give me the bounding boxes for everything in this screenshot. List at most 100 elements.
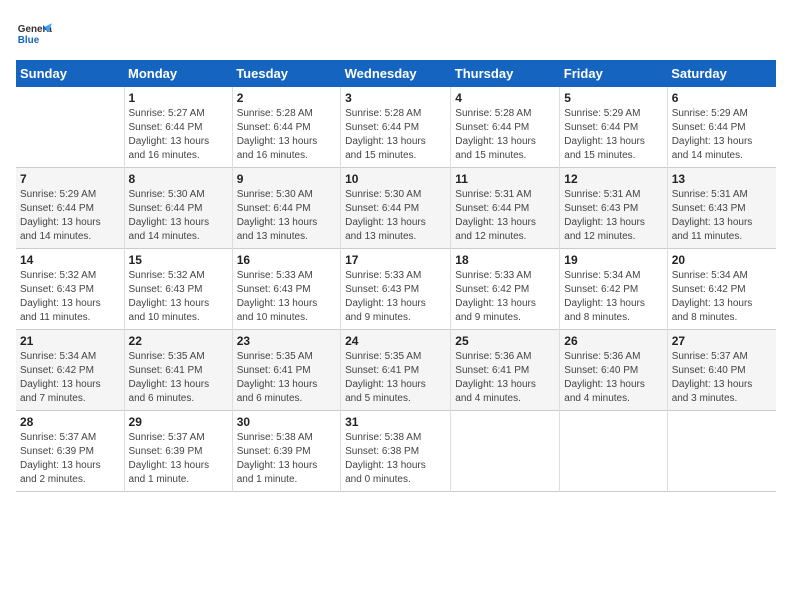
- calendar-cell: 16Sunrise: 5:33 AM Sunset: 6:43 PM Dayli…: [232, 249, 340, 330]
- day-info: Sunrise: 5:37 AM Sunset: 6:39 PM Dayligh…: [129, 431, 228, 487]
- calendar-cell: 28 Sunrise: 5:37 AM Sunset: 6:39 PM Dayli…: [16, 411, 124, 492]
- calendar-cell: 31 Sunrise: 5:38 AM Sunset: 6:38 PM Dayli…: [341, 411, 451, 492]
- day-info: Sunrise: 5:38 AM Sunset: 6:38 PM Dayligh…: [345, 431, 446, 487]
- day-number: 22: [129, 334, 228, 348]
- calendar-cell: 3 Sunrise: 5:28 AM Sunset: 6:44 PM Daylig…: [341, 87, 451, 168]
- calendar-cell: 17 Sunrise: 5:33 AM Sunset: 6:43 PM Dayli…: [341, 249, 451, 330]
- day-info: Sunrise: 5:37 AM Sunset: 6:40 PM Dayligh…: [672, 350, 772, 406]
- calendar-week-row: 21Sunrise: 5:34 AM Sunset: 6:42 PM Dayli…: [16, 330, 776, 411]
- day-number: 2: [237, 91, 336, 105]
- day-number: 6: [672, 91, 772, 105]
- day-number: 10: [345, 172, 446, 186]
- day-number: 26: [564, 334, 662, 348]
- calendar-cell: 2Sunrise: 5:28 AM Sunset: 6:44 PM Daylig…: [232, 87, 340, 168]
- day-info: Sunrise: 5:27 AM Sunset: 6:44 PM Dayligh…: [129, 107, 228, 163]
- calendar-cell: 19 Sunrise: 5:34 AM Sunset: 6:42 PM Dayli…: [560, 249, 667, 330]
- calendar-cell: 18 Sunrise: 5:33 AM Sunset: 6:42 PM Dayli…: [451, 249, 560, 330]
- day-info: Sunrise: 5:34 AM Sunset: 6:42 PM Dayligh…: [672, 269, 772, 325]
- calendar-cell: 21Sunrise: 5:34 AM Sunset: 6:42 PM Dayli…: [16, 330, 124, 411]
- calendar-cell: 15 Sunrise: 5:32 AM Sunset: 6:43 PM Dayli…: [124, 249, 232, 330]
- calendar-week-row: 28 Sunrise: 5:37 AM Sunset: 6:39 PM Dayli…: [16, 411, 776, 492]
- calendar-cell: 10 Sunrise: 5:30 AM Sunset: 6:44 PM Dayli…: [341, 168, 451, 249]
- day-number: 8: [129, 172, 228, 186]
- day-number: 19: [564, 253, 662, 267]
- day-header-saturday: Saturday: [667, 60, 776, 87]
- day-info: Sunrise: 5:28 AM Sunset: 6:44 PM Dayligh…: [345, 107, 446, 163]
- day-header-thursday: Thursday: [451, 60, 560, 87]
- day-number: 28: [20, 415, 120, 429]
- day-number: 27: [672, 334, 772, 348]
- day-info: Sunrise: 5:31 AM Sunset: 6:43 PM Dayligh…: [564, 188, 662, 244]
- day-number: 5: [564, 91, 662, 105]
- calendar-cell: 4 Sunrise: 5:28 AM Sunset: 6:44 PM Daylig…: [451, 87, 560, 168]
- day-info: Sunrise: 5:32 AM Sunset: 6:43 PM Dayligh…: [20, 269, 120, 325]
- day-header-tuesday: Tuesday: [232, 60, 340, 87]
- logo-icon: General Blue: [16, 16, 52, 52]
- calendar-cell: 25Sunrise: 5:36 AM Sunset: 6:41 PM Dayli…: [451, 330, 560, 411]
- day-info: Sunrise: 5:28 AM Sunset: 6:44 PM Dayligh…: [455, 107, 555, 163]
- svg-text:Blue: Blue: [18, 35, 40, 46]
- day-number: 31: [345, 415, 446, 429]
- calendar-cell: 9 Sunrise: 5:30 AM Sunset: 6:44 PM Daylig…: [232, 168, 340, 249]
- calendar-week-row: 14Sunrise: 5:32 AM Sunset: 6:43 PM Dayli…: [16, 249, 776, 330]
- calendar-cell: [16, 87, 124, 168]
- day-header-sunday: Sunday: [16, 60, 124, 87]
- day-info: Sunrise: 5:31 AM Sunset: 6:44 PM Dayligh…: [455, 188, 555, 244]
- day-info: Sunrise: 5:31 AM Sunset: 6:43 PM Dayligh…: [672, 188, 772, 244]
- day-number: 25: [455, 334, 555, 348]
- day-info: Sunrise: 5:37 AM Sunset: 6:39 PM Dayligh…: [20, 431, 120, 487]
- day-number: 17: [345, 253, 446, 267]
- day-number: 20: [672, 253, 772, 267]
- day-header-wednesday: Wednesday: [341, 60, 451, 87]
- day-number: 13: [672, 172, 772, 186]
- day-info: Sunrise: 5:32 AM Sunset: 6:43 PM Dayligh…: [129, 269, 228, 325]
- calendar-cell: 11 Sunrise: 5:31 AM Sunset: 6:44 PM Dayli…: [451, 168, 560, 249]
- calendar-cell: [451, 411, 560, 492]
- day-number: 4: [455, 91, 555, 105]
- calendar-week-row: 7 Sunrise: 5:29 AM Sunset: 6:44 PM Daylig…: [16, 168, 776, 249]
- calendar-cell: 26 Sunrise: 5:36 AM Sunset: 6:40 PM Dayli…: [560, 330, 667, 411]
- calendar-week-row: 1 Sunrise: 5:27 AM Sunset: 6:44 PM Daylig…: [16, 87, 776, 168]
- day-number: 15: [129, 253, 228, 267]
- day-info: Sunrise: 5:36 AM Sunset: 6:40 PM Dayligh…: [564, 350, 662, 406]
- day-number: 23: [237, 334, 336, 348]
- day-info: Sunrise: 5:33 AM Sunset: 6:43 PM Dayligh…: [345, 269, 446, 325]
- day-info: Sunrise: 5:29 AM Sunset: 6:44 PM Dayligh…: [20, 188, 120, 244]
- calendar-cell: 12 Sunrise: 5:31 AM Sunset: 6:43 PM Dayli…: [560, 168, 667, 249]
- day-info: Sunrise: 5:29 AM Sunset: 6:44 PM Dayligh…: [564, 107, 662, 163]
- day-header-friday: Friday: [560, 60, 667, 87]
- calendar-cell: 20 Sunrise: 5:34 AM Sunset: 6:42 PM Dayli…: [667, 249, 776, 330]
- page-header: General Blue: [16, 16, 776, 52]
- day-info: Sunrise: 5:35 AM Sunset: 6:41 PM Dayligh…: [237, 350, 336, 406]
- day-number: 29: [129, 415, 228, 429]
- calendar-cell: [560, 411, 667, 492]
- day-number: 7: [20, 172, 120, 186]
- calendar-cell: 24Sunrise: 5:35 AM Sunset: 6:41 PM Dayli…: [341, 330, 451, 411]
- day-number: 1: [129, 91, 228, 105]
- calendar-header-row: SundayMondayTuesdayWednesdayThursdayFrid…: [16, 60, 776, 87]
- day-header-monday: Monday: [124, 60, 232, 87]
- calendar-cell: 22Sunrise: 5:35 AM Sunset: 6:41 PM Dayli…: [124, 330, 232, 411]
- day-number: 3: [345, 91, 446, 105]
- day-info: Sunrise: 5:35 AM Sunset: 6:41 PM Dayligh…: [345, 350, 446, 406]
- day-number: 18: [455, 253, 555, 267]
- day-info: Sunrise: 5:30 AM Sunset: 6:44 PM Dayligh…: [129, 188, 228, 244]
- day-info: Sunrise: 5:33 AM Sunset: 6:43 PM Dayligh…: [237, 269, 336, 325]
- day-number: 9: [237, 172, 336, 186]
- day-info: Sunrise: 5:29 AM Sunset: 6:44 PM Dayligh…: [672, 107, 772, 163]
- day-number: 11: [455, 172, 555, 186]
- calendar-cell: 8 Sunrise: 5:30 AM Sunset: 6:44 PM Daylig…: [124, 168, 232, 249]
- day-info: Sunrise: 5:30 AM Sunset: 6:44 PM Dayligh…: [237, 188, 336, 244]
- calendar-cell: 13 Sunrise: 5:31 AM Sunset: 6:43 PM Dayli…: [667, 168, 776, 249]
- calendar-cell: 30Sunrise: 5:38 AM Sunset: 6:39 PM Dayli…: [232, 411, 340, 492]
- logo: General Blue: [16, 16, 52, 52]
- day-info: Sunrise: 5:34 AM Sunset: 6:42 PM Dayligh…: [564, 269, 662, 325]
- calendar-cell: 27 Sunrise: 5:37 AM Sunset: 6:40 PM Dayli…: [667, 330, 776, 411]
- calendar-cell: 23 Sunrise: 5:35 AM Sunset: 6:41 PM Dayli…: [232, 330, 340, 411]
- day-info: Sunrise: 5:33 AM Sunset: 6:42 PM Dayligh…: [455, 269, 555, 325]
- day-number: 12: [564, 172, 662, 186]
- day-info: Sunrise: 5:30 AM Sunset: 6:44 PM Dayligh…: [345, 188, 446, 244]
- calendar-cell: 6 Sunrise: 5:29 AM Sunset: 6:44 PM Daylig…: [667, 87, 776, 168]
- calendar-table: SundayMondayTuesdayWednesdayThursdayFrid…: [16, 60, 776, 492]
- calendar-cell: 14Sunrise: 5:32 AM Sunset: 6:43 PM Dayli…: [16, 249, 124, 330]
